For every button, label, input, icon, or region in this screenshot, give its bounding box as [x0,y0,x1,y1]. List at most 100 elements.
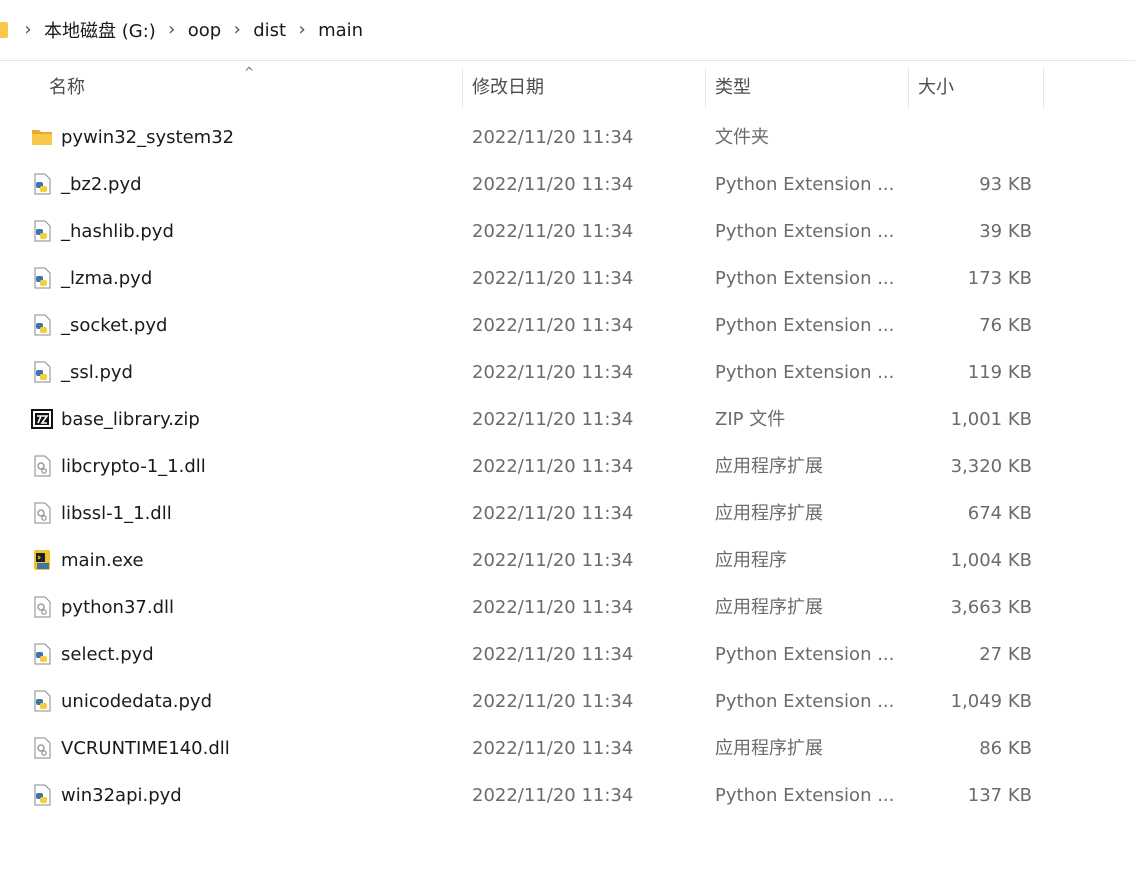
file-type: Python Extension ... [715,315,895,336]
file-date: 2022/11/20 11:34 [472,127,634,148]
file-size: 674 KB [967,503,1032,524]
file-size: 3,663 KB [950,597,1032,618]
file-row[interactable]: pywin32_system32 2022/11/20 11:34 文件夹 [0,114,1135,161]
file-date: 2022/11/20 11:34 [472,315,634,336]
breadcrumb-item-main[interactable]: main [314,18,367,43]
file-size: 76 KB [979,315,1032,336]
file-date: 2022/11/20 11:34 [472,221,634,242]
file-date: 2022/11/20 11:34 [472,738,634,759]
column-header-date[interactable]: 修改日期 [472,62,544,114]
file-name: select.pyd [61,644,154,665]
dll-file-icon [31,455,53,477]
file-name: _hashlib.pyd [61,221,174,242]
file-type: 文件夹 [715,127,769,148]
file-name: main.exe [61,550,144,571]
file-name: base_library.zip [61,409,200,430]
chevron-right-icon[interactable]: › [295,21,309,39]
file-name: _ssl.pyd [61,362,133,383]
file-size: 3,320 KB [950,456,1032,477]
column-resize-handle[interactable] [462,68,463,108]
file-size: 1,049 KB [950,691,1032,712]
file-type: 应用程序扩展 [715,597,823,618]
python-file-icon [31,220,53,242]
python-file-icon [31,643,53,665]
chevron-right-icon[interactable]: › [230,21,244,39]
file-name: VCRUNTIME140.dll [61,738,230,759]
chevron-right-icon[interactable]: › [21,21,35,39]
column-header-size[interactable]: 大小 [918,62,954,114]
file-type: Python Extension ... [715,174,895,195]
file-type: 应用程序 [715,550,787,571]
python-file-icon [31,314,53,336]
file-type: ZIP 文件 [715,409,786,430]
file-size: 173 KB [967,268,1032,289]
file-date: 2022/11/20 11:34 [472,597,634,618]
column-resize-handle[interactable] [705,68,706,108]
column-header-type[interactable]: 类型 [715,62,751,114]
breadcrumb-item-drive[interactable]: 本地磁盘 (G:) [40,15,160,45]
file-row[interactable]: libcrypto-1_1.dll 2022/11/20 11:34 应用程序扩… [0,443,1135,490]
file-date: 2022/11/20 11:34 [472,503,634,524]
file-explorer-window: › 本地磁盘 (G:) › oop › dist › main ^ 名称 修改日… [0,0,1135,891]
file-date: 2022/11/20 11:34 [472,268,634,289]
file-size: 1,001 KB [950,409,1032,430]
address-bar[interactable]: › 本地磁盘 (G:) › oop › dist › main [0,0,1135,61]
file-row[interactable]: _socket.pyd 2022/11/20 11:34 Python Exte… [0,302,1135,349]
file-row[interactable]: _ssl.pyd 2022/11/20 11:34 Python Extensi… [0,349,1135,396]
file-row[interactable]: python37.dll 2022/11/20 11:34 应用程序扩展 3,6… [0,584,1135,631]
file-row[interactable]: _lzma.pyd 2022/11/20 11:34 Python Extens… [0,255,1135,302]
dll-file-icon [31,737,53,759]
folder-icon [0,22,8,38]
file-type: Python Extension ... [715,644,895,665]
file-size: 39 KB [979,221,1032,242]
file-date: 2022/11/20 11:34 [472,456,634,477]
file-type: Python Extension ... [715,362,895,383]
file-date: 2022/11/20 11:34 [472,174,634,195]
7z-archive-icon [31,408,53,430]
file-row[interactable]: _hashlib.pyd 2022/11/20 11:34 Python Ext… [0,208,1135,255]
file-name: pywin32_system32 [61,127,235,148]
sort-ascending-icon: ^ [244,65,255,79]
file-name: libssl-1_1.dll [61,503,172,524]
file-name: unicodedata.pyd [61,691,212,712]
file-row[interactable]: base_library.zip 2022/11/20 11:34 ZIP 文件… [0,396,1135,443]
breadcrumb: › 本地磁盘 (G:) › oop › dist › main [0,10,367,50]
file-row[interactable]: main.exe 2022/11/20 11:34 应用程序 1,004 KB [0,537,1135,584]
dll-file-icon [31,502,53,524]
dll-file-icon [31,596,53,618]
breadcrumb-item-dist[interactable]: dist [249,18,290,43]
file-row[interactable]: _bz2.pyd 2022/11/20 11:34 Python Extensi… [0,161,1135,208]
column-resize-handle[interactable] [1043,68,1044,108]
file-size: 86 KB [979,738,1032,759]
file-type: Python Extension ... [715,268,895,289]
file-date: 2022/11/20 11:34 [472,550,634,571]
python-file-icon [31,361,53,383]
chevron-right-icon[interactable]: › [165,21,179,39]
python-file-icon [31,784,53,806]
file-name: _socket.pyd [61,315,168,336]
column-header-name[interactable]: 名称 [49,62,85,114]
file-type: 应用程序扩展 [715,738,823,759]
column-resize-handle[interactable] [908,68,909,108]
column-header-row: ^ 名称 修改日期 类型 大小 [0,62,1135,114]
file-row[interactable]: select.pyd 2022/11/20 11:34 Python Exten… [0,631,1135,678]
file-name: libcrypto-1_1.dll [61,456,206,477]
file-date: 2022/11/20 11:34 [472,691,634,712]
file-row[interactable]: libssl-1_1.dll 2022/11/20 11:34 应用程序扩展 6… [0,490,1135,537]
file-date: 2022/11/20 11:34 [472,644,634,665]
file-row[interactable]: unicodedata.pyd 2022/11/20 11:34 Python … [0,678,1135,725]
file-name: _bz2.pyd [61,174,142,195]
file-date: 2022/11/20 11:34 [472,362,634,383]
file-row[interactable]: win32api.pyd 2022/11/20 11:34 Python Ext… [0,772,1135,819]
breadcrumb-item-oop[interactable]: oop [184,18,225,43]
file-size: 137 KB [967,785,1032,806]
file-row[interactable]: VCRUNTIME140.dll 2022/11/20 11:34 应用程序扩展… [0,725,1135,772]
file-type: 应用程序扩展 [715,503,823,524]
file-type: Python Extension ... [715,221,895,242]
file-name: _lzma.pyd [61,268,153,289]
file-date: 2022/11/20 11:34 [472,409,634,430]
file-type: 应用程序扩展 [715,456,823,477]
file-date: 2022/11/20 11:34 [472,785,634,806]
exe-icon [31,549,53,571]
python-file-icon [31,690,53,712]
